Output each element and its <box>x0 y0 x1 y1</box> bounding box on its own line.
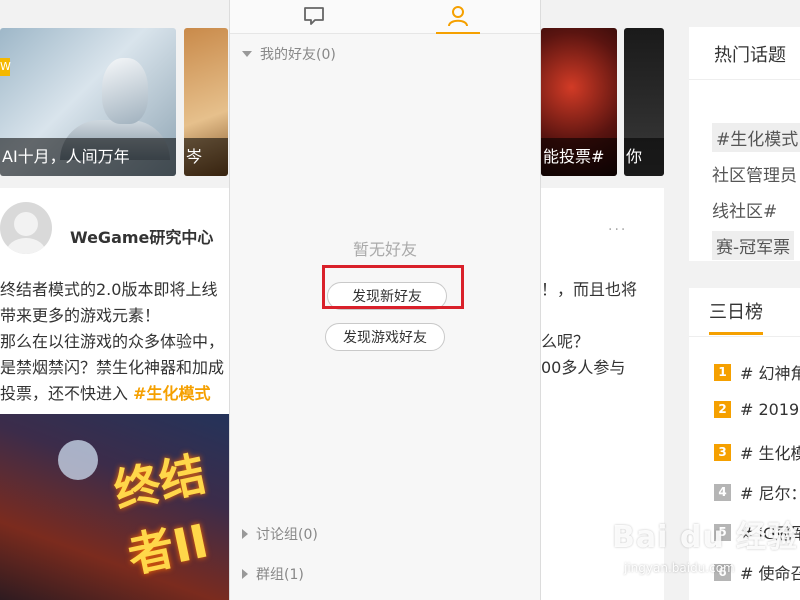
groups-section[interactable]: 群组(1) <box>242 564 304 584</box>
rank-number: 2 <box>714 401 731 418</box>
find-game-friends-button[interactable]: 发现游戏好友 <box>325 323 445 351</box>
divider <box>689 336 800 337</box>
hot-topic-text[interactable]: 社区管理员 <box>712 161 797 186</box>
hot-topics-card: 热门话题 #生化模式 社区管理员 线社区# 赛-冠军票 <box>689 27 800 261</box>
rank-number: 4 <box>714 483 731 501</box>
moon-art <box>58 440 98 480</box>
hot-topics-title: 热门话题 <box>714 45 786 66</box>
user-icon <box>448 6 468 27</box>
rank-text: # 使命召 <box>740 564 800 583</box>
rank-title[interactable]: 三日榜 <box>709 298 763 335</box>
hot-topic-text[interactable]: 线社区# <box>712 197 777 222</box>
baidu-watermark-url: jingyan.baidu.com <box>624 561 735 575</box>
panel-tabs <box>230 0 540 34</box>
caret-down-icon <box>242 51 252 57</box>
rank-number: 1 <box>714 363 731 381</box>
post-text-line: 带来更多的游戏元素！ <box>0 306 161 325</box>
avatar[interactable] <box>0 202 52 254</box>
rank-item[interactable]: 2 # 2019L <box>714 400 800 419</box>
baidu-watermark: Bai du 经验 <box>612 520 799 555</box>
more-options-icon[interactable]: ··· <box>608 222 627 238</box>
chat-bubble-icon <box>304 7 324 25</box>
post-text: 投票，还不快进入 <box>0 384 129 403</box>
post-author[interactable]: WeGame研究中心 <box>70 224 213 248</box>
banner-caption: AI十月，人间万年 <box>0 138 176 176</box>
rank-text: # 尼尔： <box>740 484 800 503</box>
banner-card-ai[interactable]: W AI十月，人间万年 <box>0 28 176 176</box>
banner-card-3[interactable]: 能投票# <box>541 28 617 176</box>
rank-text: # 生化模 <box>740 444 800 463</box>
rank-text: # 幻神角 <box>740 364 800 383</box>
hashtag-link[interactable]: #生化模式 <box>133 384 210 403</box>
discussion-groups-label: 讨论组(0) <box>256 527 318 543</box>
rank-item[interactable]: 4 # 尼尔： <box>714 480 800 504</box>
banner-caption: 你 <box>624 138 664 176</box>
banner-caption: 岑 <box>184 138 228 176</box>
post-text-line: 么呢？ <box>541 332 590 351</box>
empty-friends-text: 暂无好友 <box>352 240 417 259</box>
caret-right-icon <box>242 529 248 539</box>
rank-text: # 2019L <box>740 400 800 419</box>
post-text-line: 那么在以往游戏的众多体验中， <box>0 332 225 351</box>
highlight-box <box>322 265 464 309</box>
tab-chat[interactable] <box>292 0 336 34</box>
rank-item[interactable]: 1 # 幻神角 <box>714 360 800 384</box>
post-text-line: ！，而且也将 <box>541 280 638 299</box>
banner-tag: W <box>0 58 11 76</box>
banner-card-2[interactable]: 岑 <box>184 28 228 176</box>
post-text-line: 是禁烟禁闪？禁生化神器和加成 <box>0 358 225 377</box>
banner-caption: 能投票# <box>541 138 617 176</box>
rank-number: 3 <box>714 443 731 461</box>
hot-topic-chip[interactable]: 赛-冠军票 <box>712 231 795 260</box>
groups-label: 群组(1) <box>256 567 304 583</box>
post-text-line: 00多人参与 <box>541 358 626 377</box>
tab-friends[interactable] <box>436 0 480 34</box>
post-image[interactable]: 终结者II <box>0 414 230 600</box>
my-friends-label: 我的好友(0) <box>260 47 336 63</box>
post-text-line: 投票，还不快进入 #生化模式 <box>0 380 211 404</box>
discussion-groups-section[interactable]: 讨论组(0) <box>242 524 318 544</box>
caret-right-icon <box>242 569 248 579</box>
my-friends-section[interactable]: 我的好友(0) <box>242 44 336 64</box>
banner-card-4[interactable]: 你 <box>624 28 664 176</box>
game-title-art: 终结者II <box>109 446 213 584</box>
hot-topic-chip[interactable]: #生化模式 <box>712 123 800 152</box>
robot-illustration-head <box>102 58 148 124</box>
friends-panel: 我的好友(0) 暂无好友 发现新好友 发现游戏好友 讨论组(0) 群组(1) <box>229 0 541 600</box>
rank-item[interactable]: 3 # 生化模 <box>714 440 800 464</box>
post-text-line: 终结者模式的2.0版本即将上线 <box>0 280 218 299</box>
divider <box>689 79 800 80</box>
